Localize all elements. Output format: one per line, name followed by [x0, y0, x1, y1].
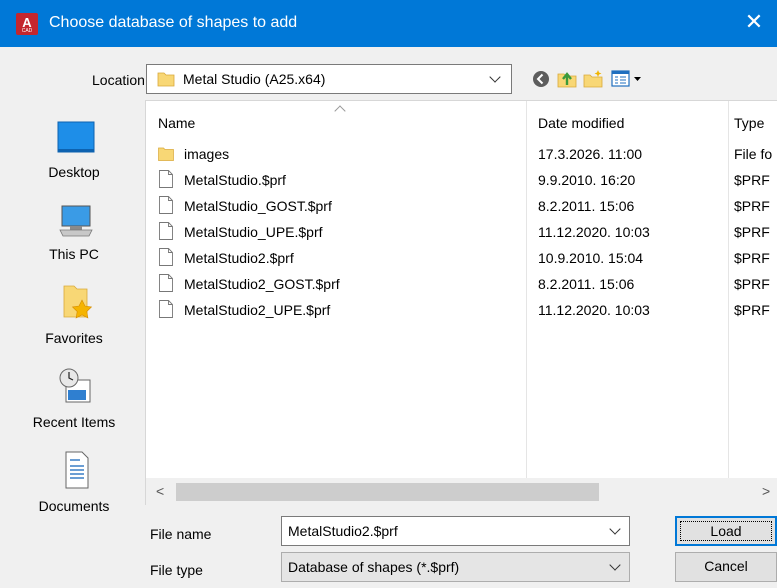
location-dropdown[interactable]: Metal Studio (A25.x64): [146, 64, 512, 94]
places-bar: Desktop This PC Favorites Recent Items D…: [18, 100, 130, 530]
table-row[interactable]: MetalStudio.$prf 9.9.2010. 16:20 $PRF: [146, 167, 777, 193]
cancel-button[interactable]: Cancel: [675, 552, 777, 582]
place-recent-items[interactable]: Recent Items: [18, 366, 130, 446]
file-icon: [159, 196, 173, 214]
table-row[interactable]: MetalStudio_UPE.$prf 11.12.2020. 10:03 $PR…: [146, 219, 777, 245]
up-folder-icon[interactable]: [556, 68, 578, 90]
type-cell: $PRF: [734, 276, 770, 292]
table-row[interactable]: MetalStudio2_GOST.$prf 8.2.2011. 15:06 $PR…: [146, 271, 777, 297]
file-type-select[interactable]: Database of shapes (*.$prf): [281, 552, 630, 582]
table-row[interactable]: images 17.3.2026. 11:00 File fo: [146, 141, 777, 167]
file-name-cell: MetalStudio_UPE.$prf: [184, 224, 323, 240]
scroll-thumb[interactable]: [176, 483, 599, 501]
date-modified-cell: 8.2.2011. 15:06: [538, 198, 635, 214]
app-icon: A CAD: [16, 13, 38, 35]
desktop-icon: [57, 121, 95, 153]
folder-icon: [158, 147, 174, 161]
file-name-cell: images: [184, 146, 230, 162]
date-modified-cell: 8.2.2011. 15:06: [538, 276, 635, 292]
file-type-value: Database of shapes (*.$prf): [288, 559, 460, 575]
new-folder-icon[interactable]: [582, 68, 604, 90]
type-cell: $PRF: [734, 250, 770, 266]
sort-up-icon: [334, 105, 346, 117]
type-cell: $PRF: [734, 224, 770, 240]
date-modified-cell: 17.3.2026. 11:00: [538, 146, 643, 162]
load-button[interactable]: Load: [675, 516, 777, 546]
file-name-cell: MetalStudio2.$prf: [184, 250, 294, 266]
file-name-label: File name: [150, 526, 212, 542]
date-modified-cell: 11.12.2020. 10:03: [538, 302, 650, 318]
chevron-down-icon: [609, 559, 621, 571]
file-list[interactable]: Name Date modified Type images 17.3.2026.…: [145, 100, 777, 505]
place-documents[interactable]: Documents: [18, 450, 130, 530]
type-cell: File fo: [734, 146, 773, 162]
file-icon: [159, 222, 173, 240]
file-type-label: File type: [150, 562, 203, 578]
file-name-cell: MetalStudio2_GOST.$prf: [184, 276, 340, 292]
close-button[interactable]: ✕: [731, 0, 777, 47]
column-header: Name Date modified Type: [146, 101, 777, 141]
view-menu-icon[interactable]: [610, 68, 644, 90]
column-type[interactable]: Type: [734, 115, 764, 131]
type-cell: $PRF: [734, 198, 770, 214]
date-modified-cell: 10.9.2010. 15:04: [538, 250, 644, 266]
location-value: Metal Studio (A25.x64): [183, 71, 326, 87]
favorites-icon: [63, 285, 93, 319]
file-name-cell: MetalStudio2_UPE.$prf: [184, 302, 331, 318]
horizontal-scrollbar[interactable]: < >: [146, 478, 777, 505]
title-bar: A CAD Choose database of shapes to add ✕: [0, 0, 777, 47]
scroll-left-icon[interactable]: <: [156, 483, 164, 499]
file-name-cell: MetalStudio_GOST.$prf: [184, 198, 332, 214]
window-title: Choose database of shapes to add: [49, 14, 298, 31]
file-name-cell: MetalStudio.$prf: [184, 172, 286, 188]
location-label: Location: [92, 72, 145, 88]
recent-items-icon: [59, 368, 91, 403]
file-name-input[interactable]: MetalStudio2.$prf: [281, 516, 630, 546]
table-row[interactable]: MetalStudio2_UPE.$prf 11.12.2020. 10:03 $P…: [146, 297, 777, 323]
documents-icon: [65, 451, 89, 489]
folder-icon: [157, 72, 175, 87]
table-row[interactable]: MetalStudio_GOST.$prf 8.2.2011. 15:06 $PRF: [146, 193, 777, 219]
file-icon: [159, 248, 173, 266]
date-modified-cell: 11.12.2020. 10:03: [538, 224, 650, 240]
place-this-pc[interactable]: This PC: [18, 200, 130, 280]
column-name[interactable]: Name: [158, 115, 195, 131]
type-cell: $PRF: [734, 302, 770, 318]
file-icon: [159, 170, 173, 188]
file-icon: [159, 274, 173, 292]
date-modified-cell: 9.9.2010. 16:20: [538, 172, 636, 188]
chevron-down-icon[interactable]: [609, 523, 621, 535]
file-name-value: MetalStudio2.$prf: [288, 523, 398, 539]
column-date-modified[interactable]: Date modified: [538, 115, 624, 131]
scroll-right-icon[interactable]: >: [762, 483, 770, 499]
place-favorites[interactable]: Favorites: [18, 282, 130, 362]
chevron-down-icon: [489, 71, 501, 83]
back-icon[interactable]: [530, 68, 552, 90]
file-icon: [159, 300, 173, 318]
place-desktop[interactable]: Desktop: [18, 118, 130, 198]
type-cell: $PRF: [734, 172, 770, 188]
table-row[interactable]: MetalStudio2.$prf 10.9.2010. 15:04 $PRF: [146, 245, 777, 271]
computer-icon: [59, 205, 93, 237]
